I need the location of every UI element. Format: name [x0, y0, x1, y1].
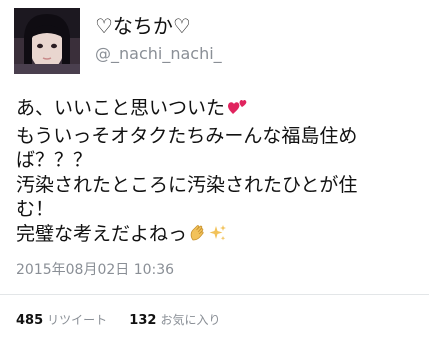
tweet-line-2: もういっそオタクたちみーんな福島住め	[16, 124, 358, 147]
retweet-stat[interactable]: 485 リツイート	[16, 311, 107, 330]
tweet-line-1: あ、いいこと思いついた	[16, 96, 416, 124]
tweet-card: ♡なちか♡ @_nachi_nachi_ あ、いいこと思いついた もういっそオタ…	[0, 0, 429, 343]
tweet-body: あ、いいこと思いついた もういっそオタクたちみーんな福島住め ば？？？ 汚染され…	[16, 96, 416, 249]
tweet-stats: 485 リツイート 132 お気に入り	[16, 311, 238, 330]
tweet-line-1-text: あ、いいこと思いついた	[16, 97, 226, 119]
like-count: 132	[129, 313, 157, 328]
avatar-image	[14, 8, 80, 74]
like-label: お気に入り	[160, 313, 221, 327]
tweet-line-4: 汚染されたところに汚染されたひとが住	[16, 173, 358, 196]
tweet-timestamp[interactable]: 2015年08月02日 10:36	[16, 261, 174, 279]
user-handle[interactable]: @_nachi_nachi_	[95, 44, 222, 64]
retweet-count: 485	[16, 313, 44, 328]
tweet-line-5: む！	[16, 198, 55, 220]
tweet-line-3: ば？？？	[16, 149, 93, 171]
avatar[interactable]	[14, 8, 80, 74]
two-hearts-icon	[226, 97, 248, 124]
retweet-label: リツイート	[47, 313, 108, 327]
clapping-hands-icon	[188, 223, 208, 250]
tweet-line-6: 完璧な考えだよねっ	[16, 222, 416, 250]
like-stat[interactable]: 132 お気に入り	[129, 311, 220, 330]
sparkles-icon	[209, 223, 227, 250]
divider	[0, 294, 429, 295]
tweet-line-6-text: 完璧な考えだよねっ	[16, 222, 188, 245]
display-name[interactable]: ♡なちか♡	[95, 14, 191, 38]
